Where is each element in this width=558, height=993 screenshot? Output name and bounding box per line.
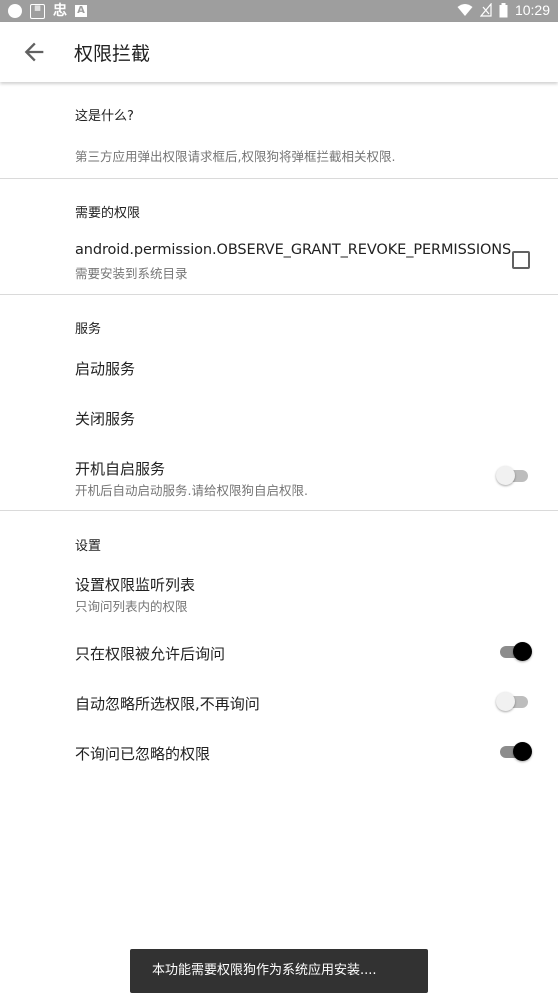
auto-ignore-title: 自动忽略所选权限,不再询问 — [75, 695, 260, 713]
notification-icons: ▦ 忠 A — [8, 3, 87, 19]
start-service-item[interactable]: 启动服务 — [75, 358, 135, 379]
permission-item-subtitle: 需要安装到系统目录 — [75, 266, 188, 281]
circle-notification-icon — [8, 4, 22, 18]
wifi-icon — [457, 4, 473, 16]
category-header-permissions: 需要的权限 — [75, 206, 141, 221]
listen-list-title: 设置权限监听列表 — [75, 576, 196, 594]
listen-list-subtitle: 只询问列表内的权限 — [75, 599, 188, 614]
arrow-back-icon — [24, 42, 44, 62]
divider — [0, 510, 558, 511]
switch-thumb — [496, 692, 515, 711]
switch-thumb — [496, 466, 515, 485]
a-notification-icon: A — [75, 5, 87, 17]
category-header-settings: 设置 — [75, 539, 102, 554]
app-bar: 权限拦截 — [0, 22, 558, 82]
ask-after-grant-title: 只在权限被允许后询问 — [75, 645, 226, 663]
page-title: 权限拦截 — [74, 43, 151, 65]
auto-ignore-switch[interactable] — [496, 690, 534, 714]
divider — [0, 294, 558, 295]
stop-service-item[interactable]: 关闭服务 — [75, 408, 135, 429]
about-description: 第三方应用弹出权限请求框后,权限狗将弹框拦截相关权限. — [75, 149, 396, 164]
divider — [0, 178, 558, 179]
system-icons: 10:29 — [457, 2, 550, 18]
clock: 10:29 — [514, 2, 550, 18]
permission-item-title: android.permission.OBSERVE_GRANT_REVOKE_… — [75, 242, 512, 258]
snackbar: 本功能需要权限狗作为系统应用安装.... — [130, 949, 428, 993]
app-notification-icon: 忠 — [53, 3, 67, 19]
autostart-subtitle: 开机后自动启动服务.请给权限狗自启权限. — [75, 483, 308, 498]
skip-ignored-title: 不询问已忽略的权限 — [75, 745, 211, 763]
switch-thumb — [513, 742, 532, 761]
qr-notification-icon: ▦ — [30, 3, 45, 19]
permission-checkbox[interactable] — [512, 251, 530, 269]
autostart-switch[interactable] — [496, 464, 534, 488]
status-bar: ▦ 忠 A 10:29 — [0, 0, 558, 22]
signal-icon — [479, 3, 492, 17]
back-button[interactable] — [20, 38, 48, 66]
autostart-title: 开机自启服务 — [75, 460, 166, 478]
category-header-service: 服务 — [75, 322, 102, 337]
switch-thumb — [513, 642, 532, 661]
category-header-about: 这是什么? — [75, 109, 134, 124]
battery-icon — [499, 2, 508, 17]
skip-ignored-switch[interactable] — [496, 740, 534, 764]
ask-after-grant-switch[interactable] — [496, 640, 534, 664]
